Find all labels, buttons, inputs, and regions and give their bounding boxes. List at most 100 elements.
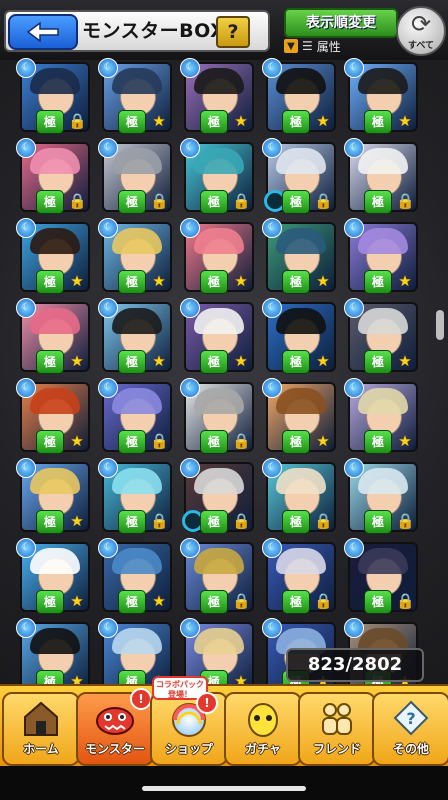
favorite-star-icon: ★ <box>398 272 412 290</box>
element-icon: ☾ <box>16 218 36 238</box>
monster-card[interactable]: ☾極★ <box>262 58 336 134</box>
monster-card[interactable]: ☾ 極 🔒 <box>98 378 172 454</box>
portrait-hair <box>194 628 244 654</box>
monster-card[interactable]: ☾ 極 🔒 <box>98 138 172 214</box>
element-icon: ☾ <box>262 58 282 78</box>
home-indicator[interactable] <box>142 786 306 791</box>
monster-card[interactable]: ☾ 極 🔒 <box>16 138 90 214</box>
scrollbar-thumb[interactable] <box>436 310 444 340</box>
monster-card[interactable]: ☾極★ <box>16 458 90 534</box>
favorite-star-icon: ★ <box>70 352 84 370</box>
monster-card[interactable]: ☾ 極 🔒 <box>344 458 418 534</box>
portrait-hair <box>30 228 80 254</box>
monster-card[interactable]: ☾極★ <box>344 218 418 294</box>
refresh-icon: ⟳ <box>410 10 432 38</box>
help-button[interactable]: ? <box>216 16 250 48</box>
favorite-star-icon: ★ <box>234 272 248 290</box>
favorite-star-icon: ★ <box>316 112 330 130</box>
monster-card[interactable]: ☾極★ <box>16 298 90 374</box>
nav-other[interactable]: ? その他 <box>372 692 448 766</box>
kiwami-badge: 極 <box>364 110 392 134</box>
monster-card[interactable]: ☾極★ <box>98 218 172 294</box>
bottom-nav: ホーム モンスター ! ショップ コラボパック 登場！ ! ガチャ フレンド ?… <box>0 676 448 768</box>
monster-card[interactable]: ☾極★ <box>262 378 336 454</box>
monster-card[interactable]: ☾極★ <box>16 218 90 294</box>
sort-order-button[interactable]: 表示順変更 <box>284 8 398 38</box>
nav-monster[interactable]: モンスター ! <box>76 688 154 766</box>
lock-icon: 🔒 <box>314 512 333 530</box>
monster-card[interactable]: ☾極★ <box>98 538 172 614</box>
monster-card[interactable]: ☾ 極 🔒 <box>262 458 336 534</box>
portrait-hair <box>358 68 408 94</box>
scrollbar[interactable] <box>436 130 444 730</box>
lock-icon: 🔒 <box>232 432 251 450</box>
monster-card[interactable]: ☾ 極 🔒 <box>16 58 90 134</box>
monster-card[interactable]: ☾極★ <box>262 218 336 294</box>
kiwami-badge: 極 <box>200 350 228 374</box>
monster-card[interactable]: ☾極★ <box>180 58 254 134</box>
lock-icon: 🔒 <box>232 512 251 530</box>
nav-home[interactable]: ホーム <box>2 692 80 766</box>
kiwami-badge: 極 <box>282 590 310 614</box>
monster-card[interactable]: ☾極★ <box>262 298 336 374</box>
monster-card[interactable]: ☾ 極 🔒 <box>98 458 172 534</box>
monster-card[interactable]: ☾ 極 🔒 <box>180 138 254 214</box>
element-icon: ☾ <box>16 58 36 78</box>
portrait-hair <box>112 148 162 174</box>
monster-card[interactable]: ☾極★ <box>344 378 418 454</box>
portrait-hair <box>276 388 326 414</box>
monster-card[interactable]: ☾極★ <box>98 58 172 134</box>
monster-card[interactable]: ☾ 極 🔒 <box>344 538 418 614</box>
favorite-star-icon: ★ <box>316 352 330 370</box>
element-icon: ☾ <box>344 138 364 158</box>
portrait-hair <box>30 388 80 414</box>
monster-card[interactable]: ☾極★ <box>16 538 90 614</box>
back-button[interactable] <box>8 14 78 50</box>
kiwami-badge: 極 <box>282 190 310 214</box>
monster-card[interactable]: ☾極★ <box>16 618 90 694</box>
portrait-hair <box>358 548 408 574</box>
lock-icon: 🔒 <box>68 192 87 210</box>
monster-card[interactable]: ☾ 極 🔒 <box>344 138 418 214</box>
element-icon: ☾ <box>262 138 282 158</box>
monster-card[interactable]: ☾ 極 🔒 <box>262 538 336 614</box>
monster-card[interactable]: ☾極★ <box>180 218 254 294</box>
monster-card[interactable]: ☾ 極 🔒 <box>180 538 254 614</box>
favorite-star-icon: ★ <box>398 112 412 130</box>
monster-card[interactable]: ☾極★ <box>16 378 90 454</box>
nav-other-label: その他 <box>392 742 429 756</box>
nav-friend[interactable]: フレンド <box>298 692 376 766</box>
monster-card[interactable]: ☾極★ <box>344 298 418 374</box>
monster-card[interactable]: ☾極★ <box>180 298 254 374</box>
portrait-hair <box>30 628 80 654</box>
nav-gacha[interactable]: ガチャ <box>224 692 302 766</box>
monster-card[interactable]: ☾ 極 🔒 <box>262 138 336 214</box>
kiwami-badge: 極 <box>118 510 146 534</box>
kiwami-badge: 極 <box>364 350 392 374</box>
element-icon: ☾ <box>344 458 364 478</box>
element-icon: ☾ <box>180 618 200 638</box>
lock-icon: 🔒 <box>150 192 169 210</box>
kiwami-badge: 極 <box>118 350 146 374</box>
element-icon: ☾ <box>180 458 200 478</box>
kiwami-badge: 極 <box>200 190 228 214</box>
favorite-star-icon: ★ <box>316 272 330 290</box>
portrait-hair <box>30 148 80 174</box>
kiwami-badge: 極 <box>282 350 310 374</box>
portrait-hair <box>194 148 244 174</box>
element-icon: ☾ <box>344 378 364 398</box>
filter-attribute[interactable]: ▼ ☰ 属性 <box>284 37 394 55</box>
element-icon: ☾ <box>262 378 282 398</box>
element-icon: ☾ <box>98 298 118 318</box>
element-icon: ☾ <box>16 138 36 158</box>
element-icon: ☾ <box>180 58 200 78</box>
kiwami-badge: 極 <box>118 190 146 214</box>
monster-card[interactable]: ☾極★ <box>98 298 172 374</box>
element-icon: ☾ <box>180 218 200 238</box>
kiwami-badge: 極 <box>36 510 64 534</box>
monster-card[interactable]: ☾ 極 🔒 <box>180 378 254 454</box>
monster-card[interactable]: ☾ 極 🔒 <box>180 458 254 534</box>
shop-alert-badge: ! <box>196 692 218 714</box>
refresh-all-button[interactable]: ⟳ すべて <box>396 6 446 56</box>
monster-card[interactable]: ☾極★ <box>344 58 418 134</box>
